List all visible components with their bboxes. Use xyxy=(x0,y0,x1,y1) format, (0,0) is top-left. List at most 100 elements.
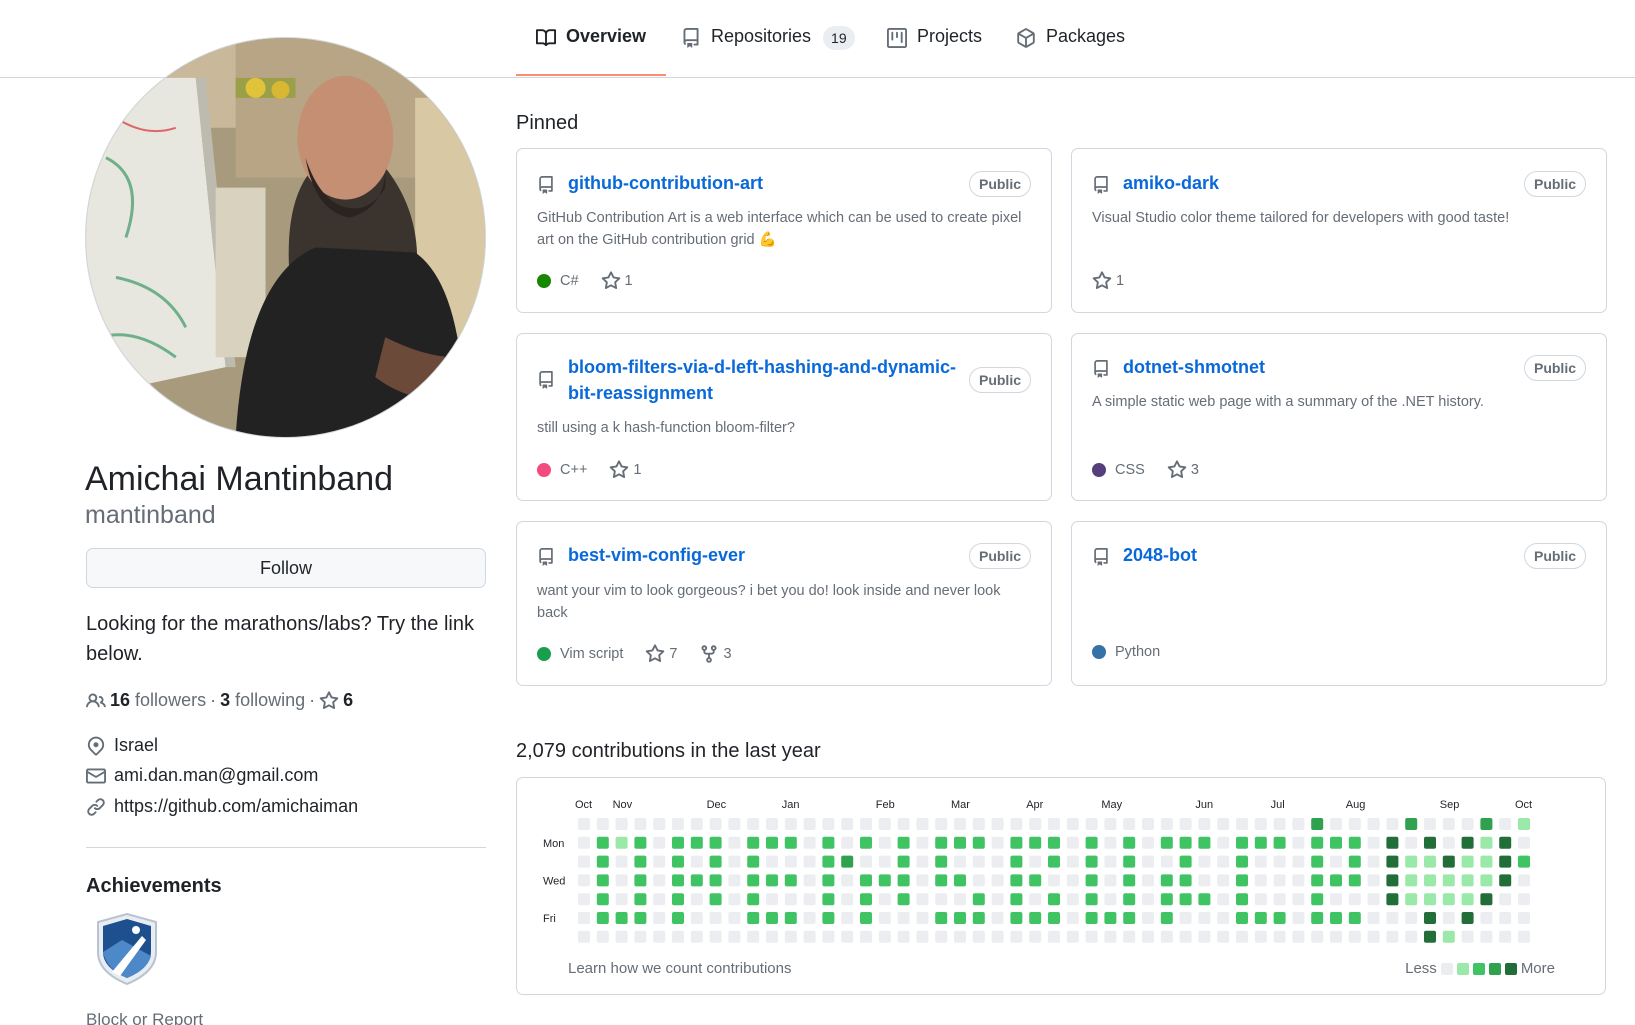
contribution-day-cell[interactable] xyxy=(1085,836,1098,849)
contribution-day-cell[interactable] xyxy=(1160,836,1173,849)
contribution-day-cell[interactable] xyxy=(690,912,703,924)
contribution-day-cell[interactable] xyxy=(935,893,948,906)
contribution-day-cell[interactable] xyxy=(1499,874,1512,887)
contribution-day-cell[interactable] xyxy=(1311,874,1324,887)
contribution-day-cell[interactable] xyxy=(1292,836,1305,849)
contribution-day-cell[interactable] xyxy=(1480,912,1493,924)
contribution-day-cell[interactable] xyxy=(1518,874,1530,887)
contribution-day-cell[interactable] xyxy=(1480,874,1493,887)
contribution-day-cell[interactable] xyxy=(1066,893,1079,906)
contribution-day-cell[interactable] xyxy=(1367,836,1380,849)
contribution-day-cell[interactable] xyxy=(878,818,891,830)
contribution-day-cell[interactable] xyxy=(1330,893,1342,906)
contribution-day-cell[interactable] xyxy=(991,912,1004,924)
contribution-day-cell[interactable] xyxy=(1405,818,1418,830)
contribution-day-cell[interactable] xyxy=(822,836,835,849)
contribution-day-cell[interactable] xyxy=(1029,874,1042,887)
contribution-day-cell[interactable] xyxy=(841,818,854,830)
contribution-day-cell[interactable] xyxy=(860,930,872,943)
contribution-day-cell[interactable] xyxy=(1518,930,1530,943)
contribution-day-cell[interactable] xyxy=(1348,912,1361,924)
contribution-day-cell[interactable] xyxy=(954,893,966,906)
contribution-day-cell[interactable] xyxy=(1367,912,1380,924)
contribution-day-cell[interactable] xyxy=(991,874,1004,887)
contribution-day-cell[interactable] xyxy=(1160,912,1173,924)
contribution-day-cell[interactable] xyxy=(1442,874,1455,887)
contribution-day-cell[interactable] xyxy=(1236,912,1248,924)
contribution-day-cell[interactable] xyxy=(1048,836,1060,849)
contribution-day-cell[interactable] xyxy=(860,855,872,868)
contribution-day-cell[interactable] xyxy=(1217,836,1230,849)
contribution-day-cell[interactable] xyxy=(578,893,590,906)
contribution-day-cell[interactable] xyxy=(578,818,590,830)
contribution-day-cell[interactable] xyxy=(1142,836,1154,849)
contribution-day-cell[interactable] xyxy=(954,912,966,924)
contribution-day-cell[interactable] xyxy=(690,818,703,830)
contribution-day-cell[interactable] xyxy=(954,874,966,887)
repo-name-link[interactable]: bloom-filters-via-d-left-hashing-and-dyn… xyxy=(568,354,958,406)
contribution-day-cell[interactable] xyxy=(578,912,590,924)
contribution-day-cell[interactable] xyxy=(578,836,590,849)
contribution-day-cell[interactable] xyxy=(841,836,854,849)
contribution-day-cell[interactable] xyxy=(1010,893,1023,906)
contribution-day-cell[interactable] xyxy=(653,855,666,868)
contribution-day-cell[interactable] xyxy=(747,893,760,906)
contribution-day-cell[interactable] xyxy=(728,818,741,830)
contribution-day-cell[interactable] xyxy=(1480,930,1493,943)
contribution-day-cell[interactable] xyxy=(1499,912,1512,924)
repo-name-link[interactable]: dotnet-shmotnet xyxy=(1123,354,1265,380)
contribution-day-cell[interactable] xyxy=(1405,855,1418,868)
contribution-day-cell[interactable] xyxy=(1123,818,1136,830)
contribution-day-cell[interactable] xyxy=(822,912,835,924)
contribution-day-cell[interactable] xyxy=(596,912,609,924)
contribution-day-cell[interactable] xyxy=(1104,855,1117,868)
contribution-day-cell[interactable] xyxy=(878,874,891,887)
contribution-day-cell[interactable] xyxy=(1198,874,1211,887)
contribution-day-cell[interactable] xyxy=(672,836,684,849)
contribution-day-cell[interactable] xyxy=(1348,855,1361,868)
contribution-day-cell[interactable] xyxy=(766,818,778,830)
contribution-day-cell[interactable] xyxy=(1499,836,1512,849)
contribution-day-cell[interactable] xyxy=(1386,930,1399,943)
contribution-day-cell[interactable] xyxy=(784,855,797,868)
contribution-day-cell[interactable] xyxy=(822,855,835,868)
contribution-day-cell[interactable] xyxy=(897,893,910,906)
contribution-day-cell[interactable] xyxy=(1010,912,1023,924)
contribution-day-cell[interactable] xyxy=(747,855,760,868)
contribution-day-cell[interactable] xyxy=(1461,836,1474,849)
repo-stars-link[interactable]: 1 xyxy=(1092,271,1124,291)
contribution-day-cell[interactable] xyxy=(784,893,797,906)
contribution-day-cell[interactable] xyxy=(1330,855,1342,868)
contribution-day-cell[interactable] xyxy=(1029,836,1042,849)
contribution-day-cell[interactable] xyxy=(728,855,741,868)
follow-button[interactable]: Follow xyxy=(86,548,486,588)
contribution-day-cell[interactable] xyxy=(841,855,854,868)
contribution-day-cell[interactable] xyxy=(916,874,929,887)
contribution-day-cell[interactable] xyxy=(803,912,816,924)
contribution-day-cell[interactable] xyxy=(615,818,628,830)
contribution-day-cell[interactable] xyxy=(1029,930,1042,943)
contribution-day-cell[interactable] xyxy=(1066,855,1079,868)
contribution-day-cell[interactable] xyxy=(1480,836,1493,849)
contribution-day-cell[interactable] xyxy=(1311,836,1324,849)
contribution-day-cell[interactable] xyxy=(991,836,1004,849)
contribution-day-cell[interactable] xyxy=(1405,912,1418,924)
contribution-day-cell[interactable] xyxy=(916,855,929,868)
contribution-day-cell[interactable] xyxy=(1292,874,1305,887)
contribution-day-cell[interactable] xyxy=(1179,836,1192,849)
contribution-day-cell[interactable] xyxy=(634,855,647,868)
contribution-day-cell[interactable] xyxy=(1461,930,1474,943)
contribution-day-cell[interactable] xyxy=(1048,893,1060,906)
contribution-day-cell[interactable] xyxy=(935,836,948,849)
contribution-day-cell[interactable] xyxy=(1348,930,1361,943)
contribution-day-cell[interactable] xyxy=(1461,893,1474,906)
contribution-day-cell[interactable] xyxy=(1292,912,1305,924)
contribution-day-cell[interactable] xyxy=(897,818,910,830)
contribution-day-cell[interactable] xyxy=(1010,874,1023,887)
contribution-day-cell[interactable] xyxy=(1217,912,1230,924)
contribution-day-cell[interactable] xyxy=(1142,930,1154,943)
contribution-day-cell[interactable] xyxy=(1048,930,1060,943)
contribution-day-cell[interactable] xyxy=(1273,930,1286,943)
contribution-day-cell[interactable] xyxy=(1386,893,1399,906)
contribution-day-cell[interactable] xyxy=(1367,855,1380,868)
